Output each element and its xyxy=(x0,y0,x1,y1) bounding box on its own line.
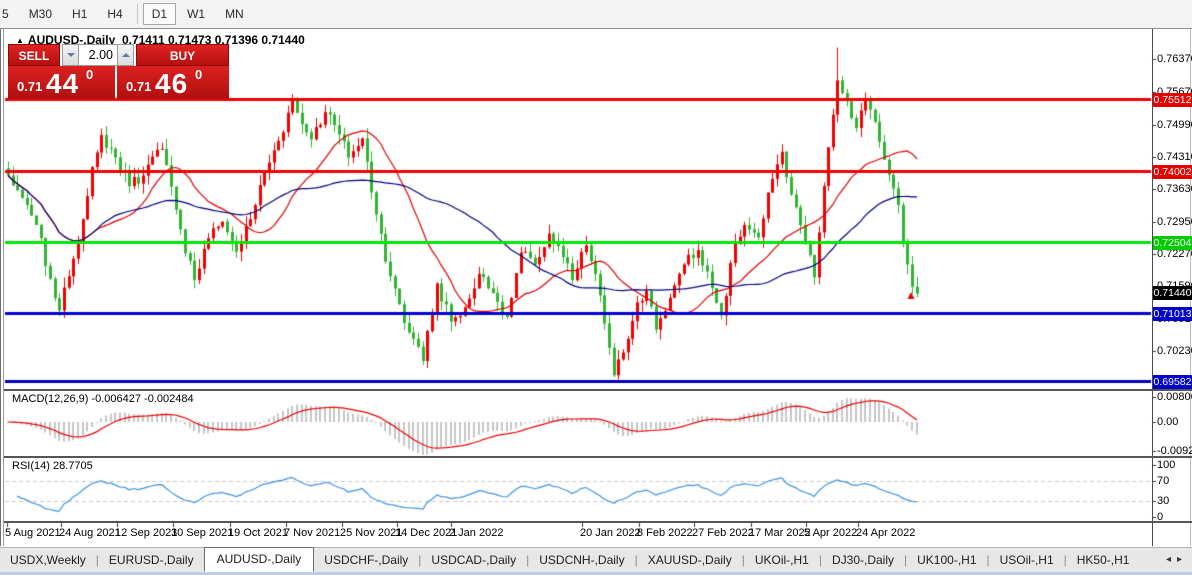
price-axis-label: 0.70230 xyxy=(1157,345,1192,357)
date-axis-label: 30 Sep 2021 xyxy=(171,527,234,539)
main-macd-separator[interactable] xyxy=(4,389,1192,391)
tab-usoil-h1[interactable]: USOil-,H1 xyxy=(990,549,1064,571)
tab-usdcnh-daily[interactable]: USDCNH-,Daily xyxy=(529,549,634,571)
rsi-axis-label: 0 xyxy=(1157,511,1164,523)
date-axis-label: 27 Feb 2022 xyxy=(692,527,754,539)
price-badge-0.74002: 0.74002 xyxy=(1153,164,1192,179)
price-axis-label: 0.72950 xyxy=(1157,215,1192,228)
tab-eurusd-daily[interactable]: EURUSD-,Daily xyxy=(99,549,204,571)
sell-price-sup: 0 xyxy=(86,67,94,82)
price-axis-label: 0.76370 xyxy=(1157,53,1192,65)
tab-usdcad-daily[interactable]: USDCAD-,Daily xyxy=(421,549,526,571)
price-badge-0.71440: 0.71440 xyxy=(1153,286,1192,301)
volume-increase-button[interactable] xyxy=(117,44,134,66)
tab-scroll-arrows: ◂▸ xyxy=(1166,554,1188,565)
macd-label: MACD(12,26,9) -0.006427 -0.002484 xyxy=(12,393,194,405)
date-axis-label: 19 Oct 2021 xyxy=(228,527,288,539)
price-axis-label: 0.73630 xyxy=(1157,183,1192,196)
date-axis-label: 24 Aug 2021 xyxy=(59,527,121,539)
volume-spinner: 2.00 xyxy=(62,44,134,66)
rsi-dateaxis-separator xyxy=(4,521,1192,523)
price-badge-0.72504: 0.72504 xyxy=(1153,235,1192,250)
date-axis-label: 2 Jan 2022 xyxy=(449,527,504,539)
date-axis-label: 25 Nov 2021 xyxy=(340,527,403,539)
date-axis-label: 5 Apr 2022 xyxy=(804,527,858,539)
rsi-label: RSI(14) 28.7705 xyxy=(12,460,93,472)
macd-axis-label: -0.00928 xyxy=(1157,444,1192,457)
date-axis-label: 8 Feb 2022 xyxy=(637,527,693,539)
buy-price-big: 46 xyxy=(155,68,189,99)
date-axis-label: 5 Aug 2021 xyxy=(5,527,61,539)
date-axis-label: 7 Nov 2021 xyxy=(284,527,341,539)
macd-rsi-separator[interactable] xyxy=(4,456,1192,458)
price-axis-label: 0.74990 xyxy=(1157,118,1192,131)
price-badge-0.69582: 0.69582 xyxy=(1153,374,1192,389)
rsi-axis-label: 70 xyxy=(1157,474,1170,487)
sell-price-base: 0.71 xyxy=(17,79,43,94)
price-badge-0.75512: 0.75512 xyxy=(1153,92,1192,107)
buy-price-base: 0.71 xyxy=(126,79,152,94)
tab-xauusd-daily[interactable]: XAUUSD-,Daily xyxy=(638,549,742,571)
tab-dj30-daily[interactable]: DJ30-,Daily xyxy=(822,549,904,571)
chart-window-left-inner-border xyxy=(3,29,4,546)
tab-hk50-h1[interactable]: HK50-,H1 xyxy=(1067,549,1140,571)
tab-usdx-weekly[interactable]: USDX,Weekly xyxy=(0,549,96,571)
volume-decrease-icon xyxy=(66,53,75,57)
buy-button[interactable]: BUY xyxy=(136,44,229,66)
date-axis-label: 24 Apr 2022 xyxy=(856,527,916,539)
date-axis-label: 12 Sep 2021 xyxy=(115,527,178,539)
sell-button[interactable]: SELL xyxy=(8,44,60,66)
tab-scroll-right-icon[interactable]: ▸ xyxy=(1177,554,1188,565)
volume-value[interactable]: 2.00 xyxy=(79,44,117,66)
volume-increase-icon xyxy=(121,53,130,57)
buy-price-display[interactable]: 0.71 46 0 xyxy=(117,66,229,99)
macd-axis-label: 0.008061 xyxy=(1157,391,1192,403)
one-click-trade-panel: SELL 2.00 BUY 0.71 44 0 0.71 46 0 xyxy=(8,44,229,99)
price-axis-label: 0.74310 xyxy=(1157,150,1192,163)
sell-price-display[interactable]: 0.71 44 0 xyxy=(8,66,115,99)
tab-audusd-daily[interactable]: AUDUSD-,Daily xyxy=(203,546,315,572)
sell-price-big: 44 xyxy=(46,68,80,99)
chart-window-left-border xyxy=(0,29,1,546)
rsi-axis-label: 30 xyxy=(1157,495,1170,508)
tab-scroll-left-icon[interactable]: ◂ xyxy=(1166,554,1177,565)
date-axis-label: 20 Jan 2022 xyxy=(580,527,641,539)
tab-uk100-h1[interactable]: UK100-,H1 xyxy=(907,549,986,571)
tab-ukoil-h1[interactable]: UKOil-,H1 xyxy=(745,549,819,571)
volume-decrease-button[interactable] xyxy=(62,44,79,66)
instrument-tabbar: ◂▸ USDX,Weekly | EURUSD-,Daily AUDUSD-,Dail… xyxy=(0,546,1192,572)
date-axis-label: 17 Mar 2022 xyxy=(749,527,811,539)
rsi-axis-label: 100 xyxy=(1157,459,1176,472)
tab-usdchf-daily[interactable]: USDCHF-,Daily xyxy=(314,549,418,571)
buy-price-sup: 0 xyxy=(195,67,203,82)
macd-axis-label: 0.00 xyxy=(1157,416,1179,428)
price-badge-0.71013: 0.71013 xyxy=(1153,306,1192,321)
